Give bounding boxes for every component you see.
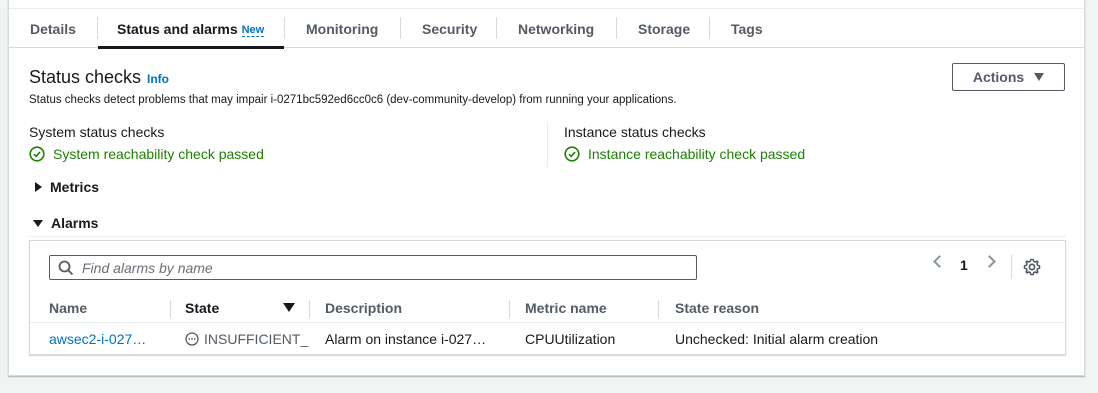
divider: [29, 236, 1066, 237]
tab-divider: [284, 17, 285, 39]
sort-descending-icon[interactable]: [283, 303, 295, 312]
instance-status-value: Instance reachability check passed: [564, 146, 805, 162]
chevron-left-icon[interactable]: [933, 255, 946, 268]
actions-label: Actions: [972, 69, 1025, 85]
alarms-label: Alarms: [51, 215, 99, 231]
column-divider[interactable]: [509, 300, 510, 318]
column-header-state[interactable]: State: [185, 293, 219, 323]
pager-divider: [1011, 255, 1012, 279]
metrics-label: Metrics: [50, 179, 100, 195]
alarm-state-reason: Unchecked: Initial alarm creation: [675, 331, 879, 347]
tab-details[interactable]: Details: [30, 9, 76, 48]
tab-divider: [709, 17, 710, 39]
tab-label: Networking: [518, 20, 595, 37]
tab-status-and-alarms[interactable]: Status and alarms New: [98, 9, 284, 49]
system-status-value: System reachability check passed: [29, 146, 264, 162]
pagination: [933, 255, 946, 268]
tab-tags[interactable]: Tags: [731, 9, 763, 48]
alarm-metric-name: CPUUtilization: [525, 331, 616, 347]
tab-divider: [496, 17, 497, 39]
alarm-search-field[interactable]: [49, 255, 697, 280]
info-link[interactable]: Info: [147, 72, 169, 86]
chevron-right-icon[interactable]: [983, 255, 996, 268]
status-divider: [547, 122, 548, 167]
alarm-state: INSUFFICIENT_D: [185, 324, 309, 354]
alarm-state-text: INSUFFICIENT_D: [204, 331, 309, 347]
alarm-description: Alarm on instance i-027…: [325, 331, 487, 347]
tab-bar: Details Status and alarms New Monitoring…: [9, 8, 1084, 49]
alarms-table: 1 Name State Description Metric name Sta…: [29, 240, 1066, 355]
caret-down-icon: [33, 219, 43, 227]
instance-status-label: Instance status checks: [564, 124, 706, 140]
instance-details-panel: Details Status and alarms New Monitoring…: [8, 0, 1085, 376]
check-circle-icon: [29, 146, 45, 162]
tab-divider: [616, 17, 617, 39]
section-description: Status checks detect problems that may i…: [29, 94, 677, 106]
caret-right-icon: [35, 182, 42, 192]
caret-down-icon: [1034, 73, 1045, 81]
tab-monitoring[interactable]: Monitoring: [306, 9, 378, 48]
new-badge: New: [241, 24, 265, 37]
column-divider[interactable]: [309, 300, 310, 318]
column-header-description[interactable]: Description: [325, 293, 402, 323]
alarms-expander[interactable]: Alarms: [33, 215, 98, 231]
check-circle-icon: [564, 146, 580, 162]
section-title: Status checks: [29, 67, 142, 87]
pagination-page[interactable]: 1: [960, 257, 968, 273]
pagination-next: [983, 255, 996, 268]
column-divider[interactable]: [170, 300, 171, 318]
tab-label: Monitoring: [306, 20, 379, 37]
tab-storage[interactable]: Storage: [638, 9, 690, 48]
tab-label: Details: [30, 20, 76, 37]
ellipsis-circle-icon: [185, 332, 199, 346]
tab-networking[interactable]: Networking: [518, 9, 594, 48]
table-row: awsec2-i-027… INSUFFICIENT_D Alarm on in…: [30, 324, 1065, 354]
column-divider[interactable]: [658, 300, 659, 318]
tab-label: Tags: [731, 20, 763, 37]
search-input[interactable]: [82, 259, 662, 276]
metrics-expander[interactable]: Metrics: [35, 179, 99, 195]
tab-label: Storage: [638, 20, 691, 37]
tab-label: Security: [422, 20, 478, 37]
column-header-state-reason[interactable]: State reason: [675, 293, 759, 323]
tab-security[interactable]: Security: [422, 9, 477, 48]
column-header-name[interactable]: Name: [49, 293, 87, 323]
active-tab-indicator: [98, 46, 284, 49]
table-header: Name State Description Metric name State…: [30, 293, 1065, 323]
gear-icon[interactable]: [1023, 258, 1041, 276]
actions-button[interactable]: Actions: [952, 63, 1065, 91]
instance-status-text: Instance reachability check passed: [588, 146, 806, 162]
column-header-metric-name[interactable]: Metric name: [525, 293, 607, 323]
search-icon: [58, 260, 74, 275]
page-number: 1: [960, 257, 968, 273]
tab-label: Status and alarms: [117, 20, 238, 37]
system-status-label: System status checks: [29, 124, 165, 140]
tab-divider: [400, 17, 401, 39]
alarm-name-link[interactable]: awsec2-i-027…: [49, 324, 159, 354]
system-status-text: System reachability check passed: [53, 146, 264, 162]
